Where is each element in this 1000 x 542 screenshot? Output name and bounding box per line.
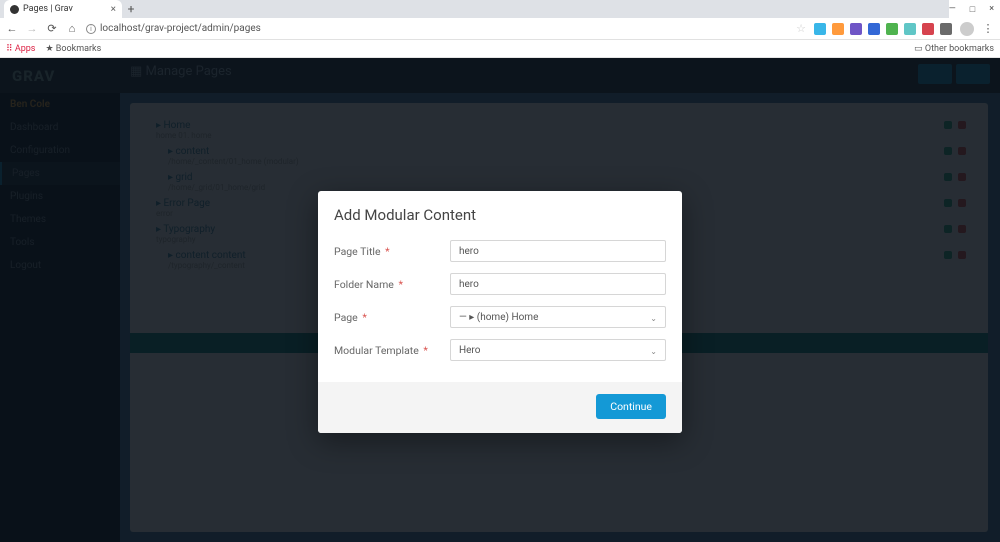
- reload-button[interactable]: ⟳: [46, 23, 58, 35]
- page-title-input[interactable]: [450, 240, 666, 262]
- continue-button[interactable]: Continue: [596, 394, 666, 419]
- close-window-button[interactable]: ×: [989, 4, 994, 14]
- apps-shortcut[interactable]: ⠿ Apps: [6, 44, 35, 54]
- extension-icon[interactable]: [832, 23, 844, 35]
- modal-title: Add Modular Content: [318, 191, 682, 236]
- extension-icons: [814, 23, 952, 35]
- extension-icon[interactable]: [886, 23, 898, 35]
- browser-tab-bar: Pages | Grav × + — □ ×: [0, 0, 1000, 18]
- profile-avatar[interactable]: [960, 22, 974, 36]
- extension-icon[interactable]: [922, 23, 934, 35]
- close-tab-icon[interactable]: ×: [111, 4, 116, 15]
- site-info-icon[interactable]: i: [86, 24, 96, 34]
- page-select[interactable]: — ▸ (home) Home ⌄: [450, 306, 666, 328]
- maximize-button[interactable]: □: [970, 4, 975, 15]
- extension-icon[interactable]: [904, 23, 916, 35]
- tab-title: Pages | Grav: [23, 4, 73, 14]
- window-controls: — □ ×: [949, 0, 1000, 18]
- other-bookmarks[interactable]: ▭ Other bookmarks: [914, 44, 994, 54]
- minimize-button[interactable]: —: [949, 4, 956, 14]
- modular-template-select[interactable]: Hero ⌄: [450, 339, 666, 361]
- page-title-label: Page Title *: [334, 245, 450, 258]
- chevron-down-icon: ⌄: [650, 314, 657, 323]
- url-text: localhost/grav-project/admin/pages: [100, 23, 261, 34]
- back-button[interactable]: ←: [6, 23, 18, 35]
- grav-favicon: [10, 5, 19, 14]
- modular-template-label: Modular Template *: [334, 344, 450, 357]
- page-label: Page *: [334, 311, 450, 324]
- extension-icon[interactable]: [940, 23, 952, 35]
- menu-button[interactable]: ⋮: [982, 23, 994, 35]
- folder-name-input[interactable]: [450, 273, 666, 295]
- extension-icon[interactable]: [868, 23, 880, 35]
- bookmark-star-icon[interactable]: ☆: [796, 22, 806, 35]
- bookmarks-bar: ⠿ Apps ★ Bookmarks ▭ Other bookmarks: [0, 40, 1000, 58]
- forward-button[interactable]: →: [26, 23, 38, 35]
- app-viewport: GRAV ▦ Manage Pages Ben Cole Dashboard C…: [0, 58, 1000, 542]
- chevron-down-icon: ⌄: [650, 347, 657, 356]
- folder-name-label: Folder Name *: [334, 278, 450, 291]
- browser-tab[interactable]: Pages | Grav ×: [4, 0, 122, 18]
- bookmark-item[interactable]: ★ Bookmarks: [45, 44, 101, 54]
- extension-icon[interactable]: [850, 23, 862, 35]
- add-modular-content-modal: Add Modular Content Page Title * Folder …: [318, 191, 682, 433]
- extension-icon[interactable]: [814, 23, 826, 35]
- home-button[interactable]: ⌂: [66, 23, 78, 35]
- address-bar: ← → ⟳ ⌂ i localhost/grav-project/admin/p…: [0, 18, 1000, 40]
- new-tab-button[interactable]: +: [122, 0, 140, 18]
- url-input[interactable]: i localhost/grav-project/admin/pages: [86, 23, 788, 34]
